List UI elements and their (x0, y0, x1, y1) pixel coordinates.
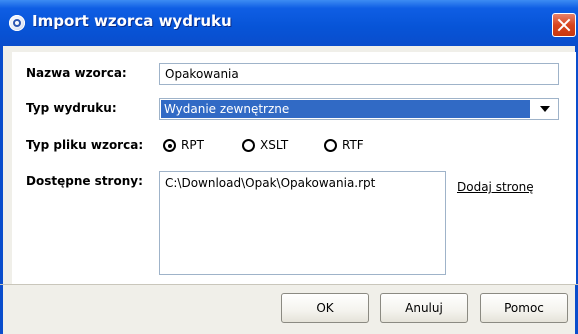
pages-label-text: Dostępne strony: (26, 174, 143, 188)
close-button[interactable] (552, 13, 576, 37)
template-name-label: Nazwa wzorca: (26, 66, 127, 80)
file-type-label: Typ pliku wzorca: (26, 138, 143, 152)
title-bar[interactable]: Import wzorca wydruku (0, 0, 578, 46)
cancel-button[interactable]: Anuluj (380, 293, 468, 323)
radio-unchecked-icon (324, 139, 337, 152)
radio-rtf-label: RTF (342, 138, 364, 152)
file-type-label-text: Typ pliku wzorca: (26, 138, 144, 152)
add-page-link[interactable]: Dodaj stronę (457, 180, 534, 194)
print-type-label: Typ wydruku: (26, 101, 117, 115)
radio-rpt-label: RPT (181, 138, 204, 152)
print-type-select[interactable]: Wydanie zewnętrzne (159, 98, 559, 120)
list-item[interactable]: C:\Download\Opak\Opakowania.rpt (165, 176, 440, 190)
dropdown-arrow-icon[interactable] (532, 99, 558, 119)
radio-xslt-label: XSLT (260, 138, 289, 152)
help-button[interactable]: Pomoc (480, 293, 568, 323)
ok-button[interactable]: OK (281, 293, 369, 323)
import-dialog: Import wzorca wydruku Nazwa wzorca: Opak… (0, 0, 578, 334)
radio-checked-icon (163, 139, 176, 152)
window-title: Import wzorca wydruku (32, 12, 232, 30)
window-border-left (0, 46, 3, 334)
pages-label: Dostępne strony: (26, 174, 143, 188)
print-type-selected-value: Wydanie zewnętrzne (161, 100, 530, 118)
radio-unchecked-icon (242, 139, 255, 152)
template-name-label-text: Nazwa wzorca: (26, 66, 127, 80)
template-name-input[interactable]: Opakowania (159, 63, 559, 85)
divider (0, 284, 578, 285)
app-icon (9, 15, 25, 31)
pages-list[interactable]: C:\Download\Opak\Opakowania.rpt (159, 171, 446, 275)
print-type-label-text: Typ wydruku: (26, 101, 117, 115)
